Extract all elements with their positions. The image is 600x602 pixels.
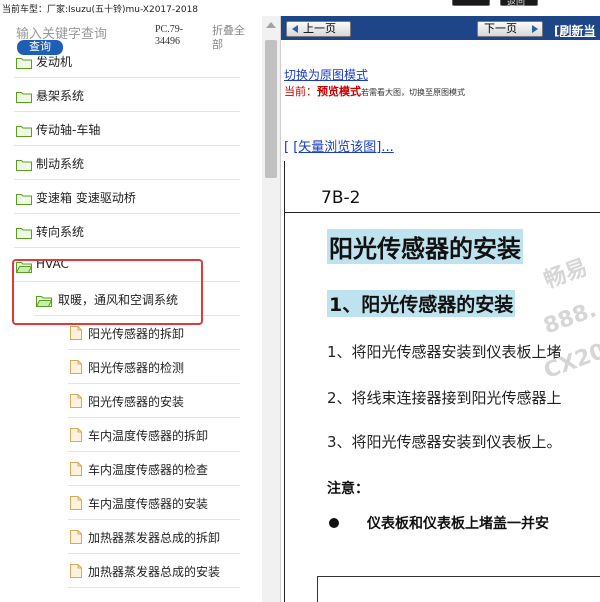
folder-icon <box>16 54 32 69</box>
left-panel: 查询 PC.79-34496 折叠全部 发动机悬架系统传动轴-车轴制动系统变速箱… <box>0 16 281 602</box>
tree-item[interactable]: 车内温度传感器的拆卸 <box>0 418 262 452</box>
document-icon <box>70 529 82 544</box>
current-mode-text: 当前：预览模式若需看大图，切换至原图模式 <box>284 85 465 98</box>
document-icon <box>70 427 82 442</box>
next-page-button[interactable]: 下一页 <box>477 21 543 37</box>
tree-item-label: 制动系统 <box>36 157 85 171</box>
prev-page-button[interactable]: 上一页 <box>286 21 351 37</box>
tree-item-label: 阳光传感器的检测 <box>88 361 185 375</box>
step-2: 2、将线束连接器接到阳光传感器上 <box>327 389 562 407</box>
top-button-stub-2[interactable]: 返回 <box>500 0 538 8</box>
folder-icon <box>16 156 32 171</box>
folder-icon <box>16 190 32 205</box>
step-3: 3、将阳光传感器安装到仪表板上。 <box>327 433 562 451</box>
folder-icon <box>16 88 32 103</box>
tree-item-label: 悬架系统 <box>36 89 85 103</box>
scroll-thumb[interactable] <box>265 40 277 178</box>
document-icon <box>70 325 82 340</box>
step-1: 1、将阳光传感器安装到仪表板上堵 <box>327 343 562 361</box>
tree-item[interactable]: 阳光传感器的检测 <box>0 350 262 384</box>
refresh-link[interactable]: [刷新当 <box>554 22 596 39</box>
arrow-right-icon <box>532 25 538 33</box>
tree-item-label: 车内温度传感器的检查 <box>88 463 209 477</box>
tree-item[interactable]: 车内温度传感器的安装 <box>0 486 262 520</box>
tree-item-label: 阳光传感器的安装 <box>88 395 185 409</box>
content-panel: 上一页 下一页 [刷新当 切换为原图模式 当前：预览模式若需看大图，切换至原图模… <box>281 16 600 602</box>
tree-item[interactable]: 加热器蒸发器总成的安装 <box>0 554 262 588</box>
tree-item[interactable]: 悬架系统 <box>0 78 262 112</box>
document-title: 阳光传感器的安装 <box>327 229 523 264</box>
figure-frame <box>317 576 600 602</box>
tree-item-label: 车内温度传感器的拆卸 <box>88 429 209 443</box>
document-icon <box>70 359 82 374</box>
tree-item-label: 变速箱 变速驱动桥 <box>36 191 136 205</box>
tree-item[interactable]: 阳光传感器的安装 <box>0 384 262 418</box>
folder-icon <box>16 224 32 239</box>
document-icon <box>70 393 82 408</box>
bullet-dot-icon <box>329 518 339 528</box>
scroll-up-arrow-icon[interactable] <box>266 22 276 28</box>
folder-icon <box>16 122 32 137</box>
section-heading: 1、阳光传感器的安装 <box>327 290 516 317</box>
tree-item-label: 车内温度传感器的安装 <box>88 497 209 511</box>
switch-original-mode-link[interactable]: 切换为原图模式 <box>284 66 368 83</box>
tree-item-label: 加热器蒸发器总成的安装 <box>88 565 221 579</box>
tree-item[interactable]: 传动轴-车轴 <box>0 112 262 146</box>
tree-item-label: 转向系统 <box>36 225 85 239</box>
tree-item-label: 阳光传感器的拆卸 <box>88 327 185 341</box>
vector-view-link[interactable]: [ [矢量浏览该图]... <box>284 136 394 155</box>
top-info-bar: 当前车型：厂家:Isuzu(五十铃)mu-X2017-2018 返回 <box>0 0 600 16</box>
tree-item[interactable]: 发动机 <box>0 44 262 78</box>
vehicle-info: 当前车型：厂家:Isuzu(五十铃)mu-X2017-2018 <box>2 5 199 15</box>
tree-item[interactable]: 加热器蒸发器总成的拆卸 <box>0 520 262 554</box>
header-divider <box>285 212 600 213</box>
top-button-stub-1[interactable] <box>452 0 490 6</box>
tree-item-label: 传动轴-车轴 <box>36 123 101 137</box>
page-code: 7B-2 <box>321 188 361 208</box>
tree-item[interactable]: 变速箱 变速驱动桥 <box>0 180 262 214</box>
tree-scrollbar[interactable] <box>262 16 280 602</box>
tree-item-label: 加热器蒸发器总成的拆卸 <box>88 531 221 545</box>
tree-row-divider <box>68 587 240 588</box>
note-label: 注意： <box>327 481 369 497</box>
arrow-left-icon <box>292 25 298 33</box>
document-icon <box>70 495 82 510</box>
tree-item[interactable]: 制动系统 <box>0 146 262 180</box>
tree-item-label: 发动机 <box>36 55 73 69</box>
tree-item[interactable]: 转向系统 <box>0 214 262 248</box>
document-icon <box>70 563 82 578</box>
document-icon <box>70 461 82 476</box>
note-bullet-text: 仪表板和仪表板上堵盖一并安 <box>367 516 549 532</box>
annotation-highlight-box <box>12 259 203 325</box>
tree-item[interactable]: 车内温度传感器的检查 <box>0 452 262 486</box>
page-toolbar: 上一页 下一页 [刷新当 <box>281 16 600 40</box>
